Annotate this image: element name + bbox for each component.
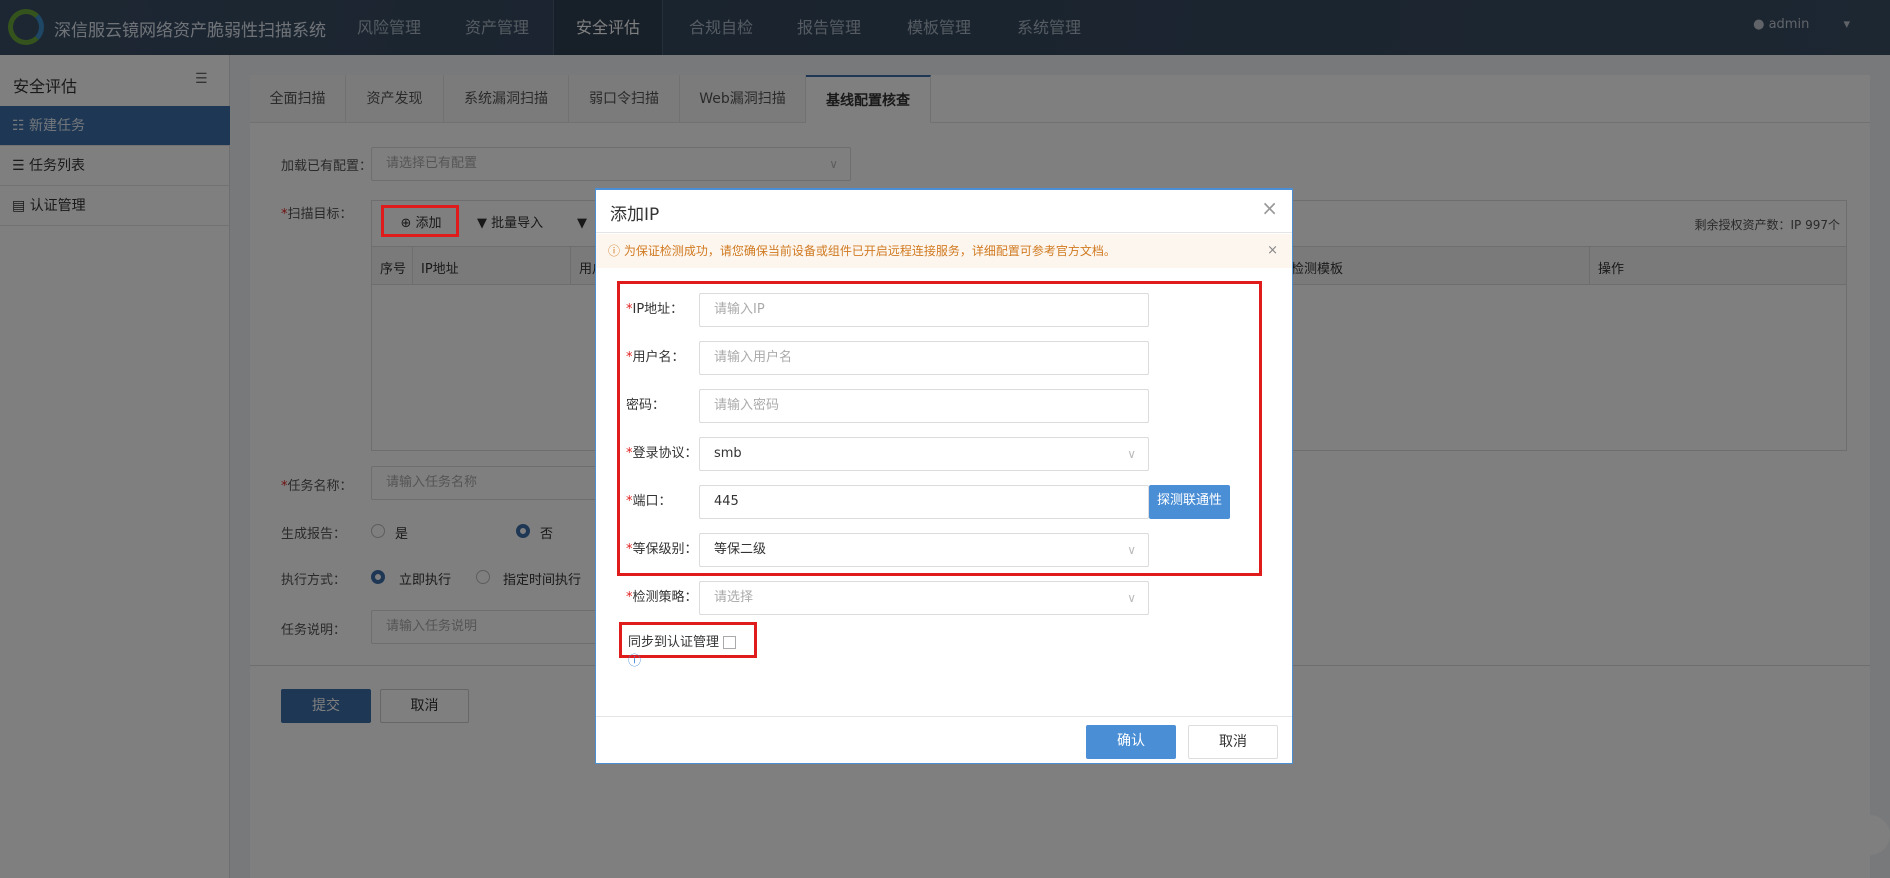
close-alert-icon[interactable]: × (1267, 234, 1278, 268)
policy-label: *检测策略： (626, 590, 698, 605)
password-input[interactable]: 请输入密码 (699, 389, 1149, 423)
chevron-down-icon: ∨ (1127, 447, 1136, 461)
policy-select[interactable]: 请选择 ∨ (699, 581, 1149, 615)
protection-level-select[interactable]: 等保二级 ∨ (699, 533, 1149, 567)
info-alert: ⓘ 为保证检测成功，请您确保当前设备或组件已开启远程连接服务，详细配置可参考官方… (596, 234, 1292, 268)
selected-value: 等保二级 (714, 542, 767, 557)
selected-value: smb (714, 446, 742, 461)
protection-level-label: *等保级别： (626, 542, 698, 557)
info-icon: ⓘ (608, 244, 621, 258)
sync-auth-option: 同步到认证管理 ⓘ (619, 622, 757, 669)
probe-connectivity-button[interactable]: 探测联通性 (1149, 485, 1230, 519)
placeholder: 请输入密码 (714, 398, 780, 413)
ip-label: *IP地址： (626, 302, 684, 317)
alert-text: 为保证检测成功，请您确保当前设备或组件已开启远程连接服务，详细配置可参考官方文档… (623, 244, 1116, 258)
placeholder: 请选择 (714, 590, 754, 605)
add-ip-dialog: 添加IP × ⓘ 为保证检测成功，请您确保当前设备或组件已开启远程连接服务，详细… (595, 188, 1293, 764)
sync-label: 同步到认证管理 (628, 635, 720, 650)
divider (596, 716, 1292, 717)
info-icon[interactable]: ⓘ (628, 654, 641, 669)
chevron-down-icon: ∨ (1127, 543, 1136, 557)
confirm-button[interactable]: 确认 (1086, 725, 1176, 759)
port-label: *端口： (626, 494, 672, 509)
ip-input[interactable]: 请输入IP (699, 293, 1149, 327)
placeholder: 请输入IP (714, 302, 765, 317)
username-label: *用户名： (626, 350, 685, 365)
highlight-add-button (381, 205, 459, 237)
sync-checkbox[interactable] (723, 636, 737, 649)
username-input[interactable]: 请输入用户名 (699, 341, 1149, 375)
close-icon[interactable]: × (1261, 196, 1278, 220)
protocol-select[interactable]: smb ∨ (699, 437, 1149, 471)
protocol-label: *登录协议： (626, 446, 698, 461)
divider (596, 232, 1292, 233)
dialog-title: 添加IP (610, 205, 660, 225)
port-input[interactable]: 445 (699, 485, 1149, 519)
password-label: 密码： (626, 398, 666, 413)
chevron-down-icon: ∨ (1127, 591, 1136, 605)
placeholder: 请输入用户名 (714, 350, 793, 365)
input-value: 445 (714, 494, 739, 509)
dialog-cancel-button[interactable]: 取消 (1188, 725, 1278, 759)
